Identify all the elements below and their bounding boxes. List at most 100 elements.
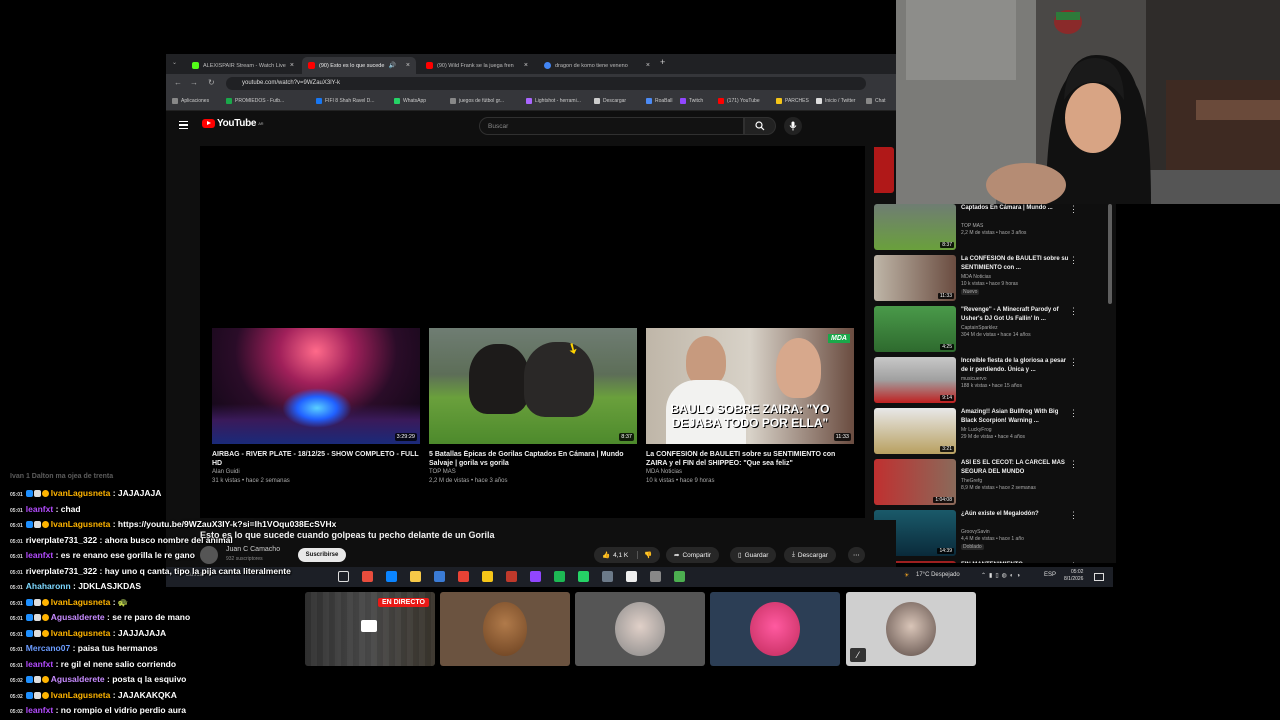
sidebar-video-item[interactable]: 14:39 ¿Aún existe el Megalodón? GroovySavi…	[874, 510, 1114, 556]
participant-tile-1[interactable]: EN DIRECTO	[305, 592, 435, 666]
system-tray-icons[interactable]: ⌃▮▯◍◐◑	[981, 572, 1023, 579]
bookmark-item[interactable]: RoaBall	[646, 98, 673, 104]
bookmark-item[interactable]: juegos de fútbol gr...	[450, 98, 504, 104]
obs-icon[interactable]	[506, 571, 517, 582]
chat-username[interactable]: Ahaharonn	[26, 581, 71, 591]
endscreen-video-3[interactable]: MDA BAULO SOBRE ZAIRA: "YO DEJABA TODO P…	[646, 328, 854, 486]
chat-username[interactable]: riverplate731_322	[26, 535, 97, 545]
app-icon[interactable]	[650, 571, 661, 582]
video-duration: 8:37	[619, 433, 634, 441]
download-button[interactable]: ⤓ Descargar	[784, 547, 836, 563]
sidebar-video-item[interactable]: 11:33 La CONFESIÓN de BAULETI sobre su SE…	[874, 255, 1114, 301]
chat-message-text: re gil el nene salio corriendo	[60, 658, 177, 669]
save-button[interactable]: ▯ Guardar	[730, 547, 777, 563]
more-options-icon[interactable]: ⋮	[1069, 460, 1078, 469]
weather-text[interactable]: 17°C Despejado	[916, 572, 960, 578]
notification-icon[interactable]	[1094, 573, 1104, 581]
tab-youtube-wild-frank[interactable]: (90) Wild Frank se la juega fren ×	[420, 57, 534, 74]
participant-tile-3[interactable]	[575, 592, 705, 666]
speaker-icon[interactable]: 🔊	[388, 62, 395, 69]
sidebar-video-item[interactable]: FIN MANTENIMIENTO⋮	[874, 561, 1114, 563]
bookmark-item[interactable]: PARCHES	[776, 98, 809, 104]
share-button[interactable]: ➦ Compartir	[666, 547, 719, 563]
more-actions-button[interactable]: ⋯	[848, 547, 865, 563]
voice-search-button[interactable]	[784, 117, 802, 135]
spotify-icon[interactable]	[554, 571, 565, 582]
chat-username[interactable]: leanfxt	[26, 550, 53, 560]
tab-list-icon[interactable]: ⌄	[172, 59, 177, 66]
tab-youtube-gorilla[interactable]: (90) Esto es lo que sucede 🔊 ×	[302, 57, 416, 74]
sidebar-video-item[interactable]: 9:14 Increíble fiesta de la gloriosa a pe…	[874, 357, 1114, 403]
participant-tile-4[interactable]	[710, 592, 840, 666]
chat-timestamp: 05:01	[10, 662, 23, 669]
chat-username[interactable]: Agusalderete	[51, 674, 105, 684]
more-options-icon[interactable]: ⋮	[1069, 358, 1078, 367]
video-duration: 8:37	[940, 242, 954, 248]
chat-username[interactable]: IvanLagusneta	[51, 597, 111, 607]
mda-badge: MDA	[828, 334, 850, 343]
search-input[interactable]: Buscar	[479, 117, 744, 135]
chat-username[interactable]: Agusalderete	[51, 612, 105, 622]
bookmark-item[interactable]: Inicio / Twitter	[816, 98, 855, 104]
close-tab-icon[interactable]: ×	[290, 62, 294, 69]
chat-username[interactable]: leanfxt	[26, 659, 53, 669]
chat-username[interactable]: IvanLagusneta	[51, 488, 111, 498]
chat-username[interactable]: IvanLagusneta	[51, 690, 111, 700]
tab-google-search[interactable]: dragon de komo tiene veneno ×	[538, 57, 656, 74]
chat-username[interactable]: leanfxt	[26, 504, 53, 514]
youtube-logo[interactable]: YouTube AR	[202, 118, 263, 129]
bookmark-item[interactable]: Chat	[866, 98, 886, 104]
language-indicator[interactable]: ESP	[1044, 572, 1056, 578]
close-tab-icon[interactable]: ×	[524, 62, 528, 69]
bookmark-item[interactable]: FIFI 8 Shah Ravel D...	[316, 98, 374, 104]
url-field[interactable]: youtube.com/watch?v=9WZauX3lY-k	[226, 77, 866, 90]
bookmark-item[interactable]: Twitch	[680, 98, 703, 104]
close-tab-icon[interactable]: ×	[646, 62, 650, 69]
menu-icon[interactable]	[179, 121, 188, 129]
bookmark-item[interactable]: Aplicaciones	[172, 98, 209, 104]
participant-tile-2[interactable]	[440, 592, 570, 666]
clock-date: 8/1/2026	[1064, 576, 1084, 582]
more-options-icon[interactable]: ⋮	[1069, 256, 1078, 265]
bookmark-item[interactable]: (171) YouTube	[718, 98, 760, 104]
chrome-icon[interactable]	[458, 571, 469, 582]
close-tab-icon[interactable]: ×	[406, 62, 410, 69]
bookmark-item[interactable]: PROMIEDOS - Futb...	[226, 98, 284, 104]
participant-tile-5[interactable]: ⁄	[846, 592, 976, 666]
endscreen-video-2[interactable]: ➘ 8:37 5 Batallas Épicas de Gorilas Capt…	[429, 328, 637, 486]
sidebar-video-item[interactable]: 8:37 Captados En Cámara | Mundo ... TOP MA…	[874, 204, 1114, 250]
chrome-canary-icon[interactable]	[674, 571, 685, 582]
tab-kick-stream[interactable]: ALEXISPAIR Stream - Watch Live ×	[186, 57, 298, 74]
app-icon[interactable]	[602, 571, 613, 582]
sidebar-video-item[interactable]: 1:04:08 ASÍ ES EL CECOT: LA CÁRCEL MÁS SE…	[874, 459, 1114, 505]
forward-icon[interactable]: →	[190, 78, 198, 87]
badge-icon	[25, 598, 33, 606]
x-icon[interactable]	[626, 571, 637, 582]
bookmark-item[interactable]: Descargar	[594, 98, 626, 104]
bookmark-item[interactable]: Lightshot - herrami...	[526, 98, 581, 104]
more-options-icon[interactable]: ⋮	[1069, 205, 1078, 214]
more-options-icon[interactable]: ⋮	[1069, 511, 1078, 520]
sticky-notes-icon[interactable]	[482, 571, 493, 582]
chat-username[interactable]: leanfxt	[26, 705, 53, 715]
chat-username[interactable]: Mercano07	[26, 643, 70, 653]
sidebar-video-item[interactable]: 3:21 Amazing!! Asian Bullfrog With Big Bl…	[874, 408, 1114, 454]
endscreen-video-1[interactable]: 3:29:29 AIRBAG - RIVER PLATE - 18/12/25 …	[212, 328, 420, 486]
video-player[interactable]: 3:29:29 AIRBAG - RIVER PLATE - 18/12/25 …	[200, 146, 865, 518]
more-options-icon[interactable]: ⋮	[1069, 307, 1078, 316]
reload-icon[interactable]: ↻	[208, 78, 215, 87]
chat-username[interactable]: IvanLagusneta	[51, 519, 111, 529]
chat-username[interactable]: IvanLagusneta	[51, 628, 111, 638]
like-button[interactable]: 👍 4,1 K 👎	[594, 547, 661, 563]
search-button[interactable]	[744, 117, 776, 135]
sidebar-video-item[interactable]: 4:25 "Revenge" - A Minecraft Parody of Us…	[874, 306, 1114, 352]
bookmark-item[interactable]: WhatsApp	[394, 98, 426, 104]
clock[interactable]: 05:02 8/1/2026	[1064, 569, 1083, 583]
new-tab-button[interactable]: +	[660, 57, 665, 67]
back-icon[interactable]: ←	[174, 78, 182, 87]
twitch-icon[interactable]	[530, 571, 541, 582]
thumbs-down-icon[interactable]: 👎	[637, 551, 652, 559]
chat-username[interactable]: riverplate731_322	[26, 566, 97, 576]
more-options-icon[interactable]: ⋮	[1069, 409, 1078, 418]
whatsapp-icon[interactable]	[578, 571, 589, 582]
